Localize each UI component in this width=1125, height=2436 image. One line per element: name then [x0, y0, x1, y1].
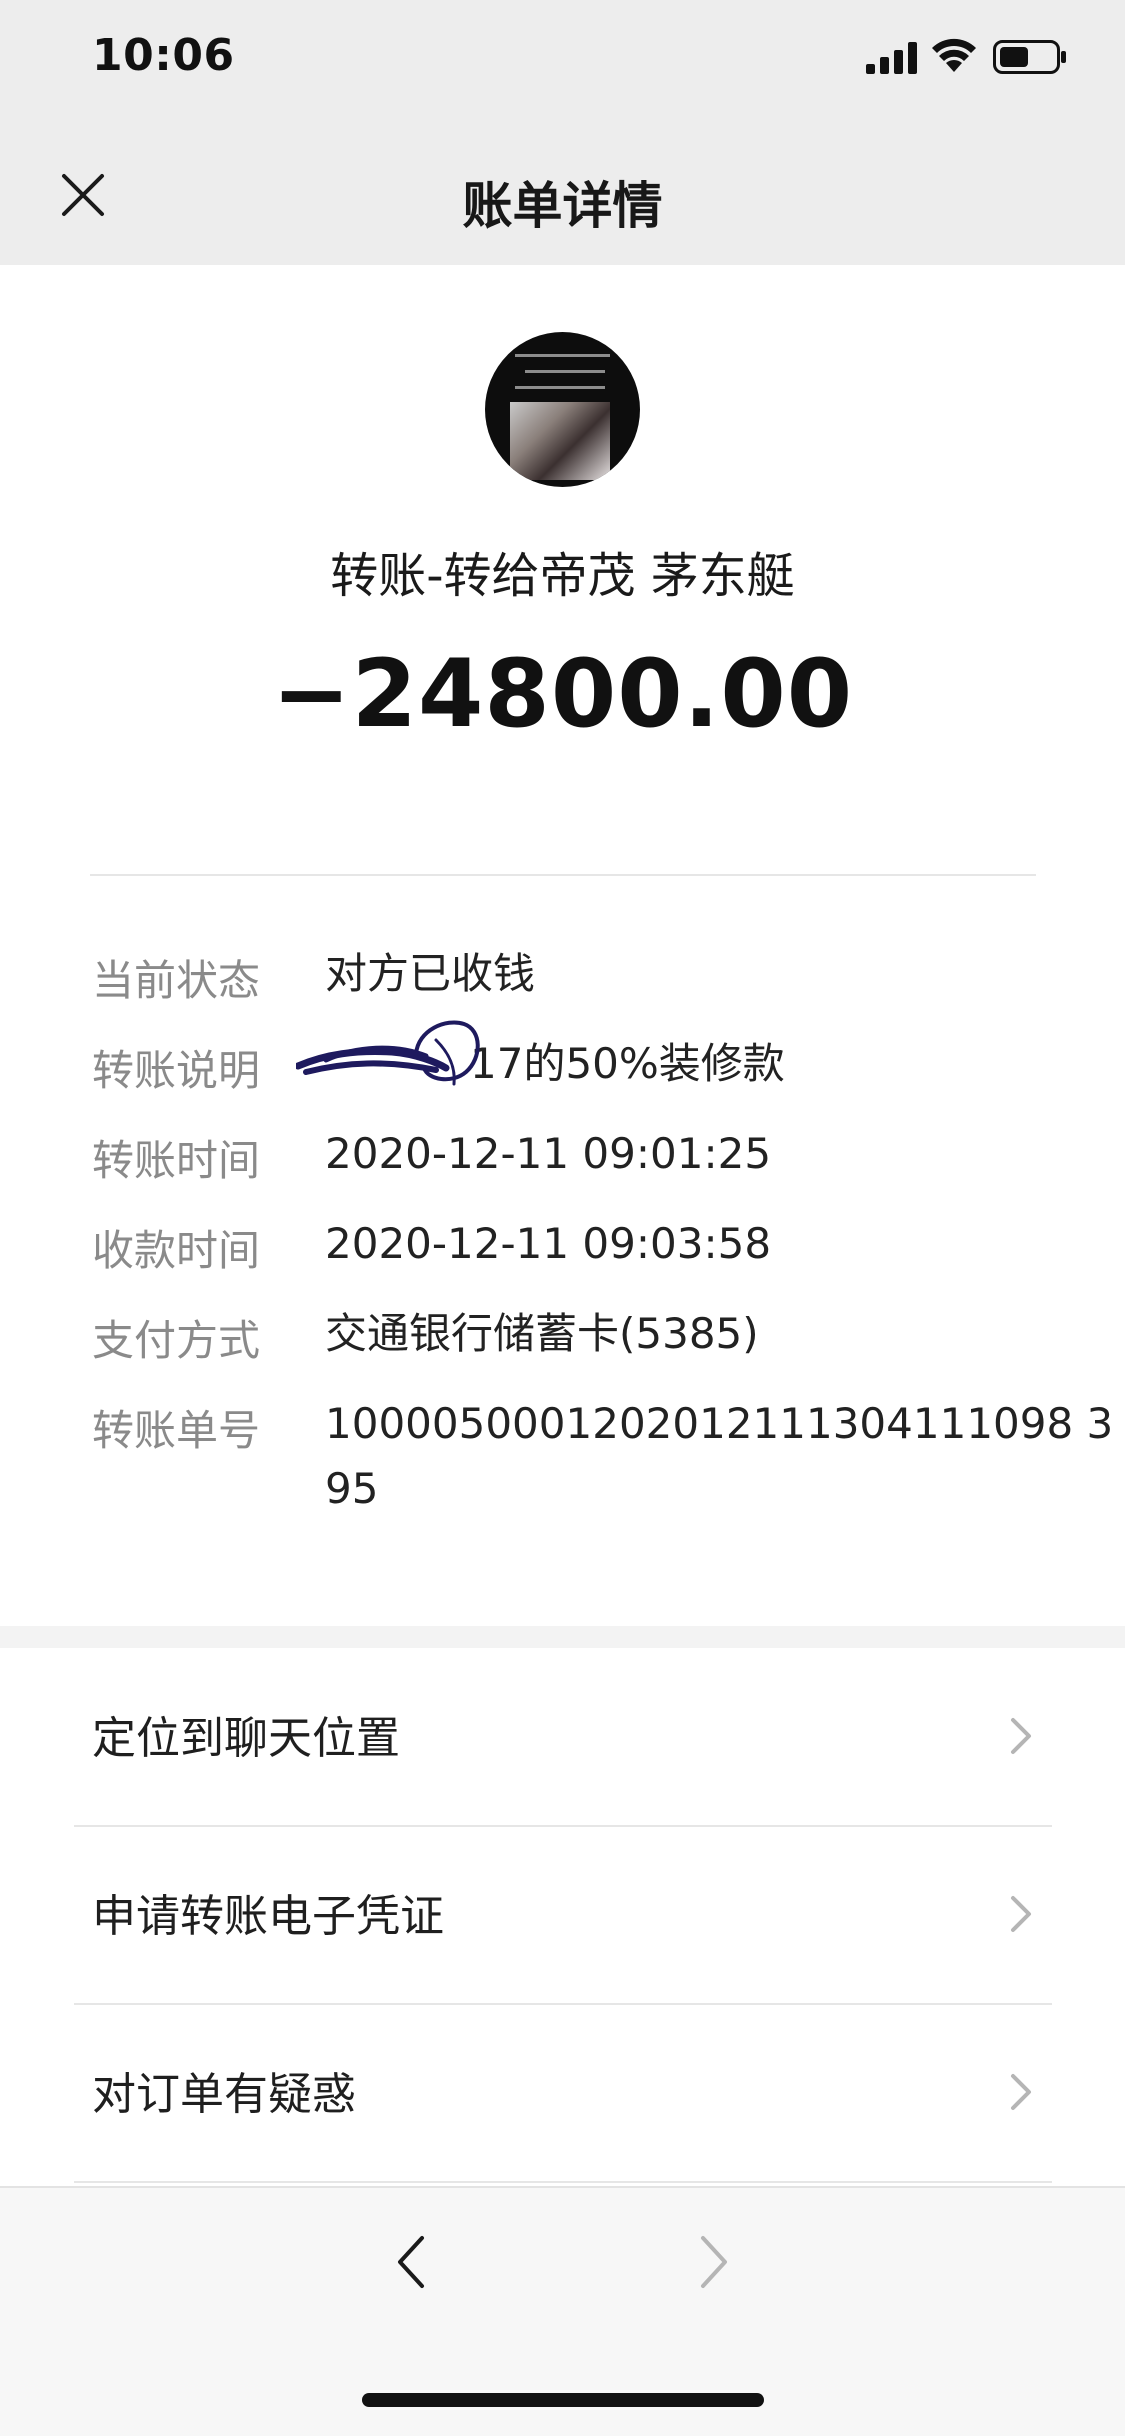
detail-label-transfer-time: 转账时间	[92, 1136, 261, 1185]
detail-value-status: 对方已收钱	[325, 949, 536, 998]
detail-value-order-number-line2: 95	[325, 1464, 379, 1513]
menu-item-label: 定位到聊天位置	[92, 1713, 400, 1764]
detail-value-transfer-time: 2020-12-11 09:01:25	[325, 1129, 772, 1178]
detail-value-receive-time: 2020-12-11 09:03:58	[325, 1219, 772, 1268]
menu-item-label: 对订单有疑惑	[92, 2069, 356, 2120]
chevron-right-icon	[1011, 1718, 1031, 1754]
home-indicator[interactable]	[362, 2393, 764, 2407]
status-time: 10:06	[92, 30, 235, 81]
detail-label-receive-time: 收款时间	[92, 1226, 261, 1275]
detail-label-status: 当前状态	[92, 956, 261, 1005]
detail-value-order-number-line1: 1000050001202012111304111098 3	[325, 1399, 1114, 1448]
wifi-icon	[932, 38, 976, 72]
avatar-text-line	[515, 386, 605, 389]
menu-item-label: 申请转账电子凭证	[92, 1891, 444, 1942]
back-arrow-icon[interactable]	[392, 2232, 428, 2292]
forward-arrow-icon[interactable]	[697, 2232, 733, 2292]
detail-label-order-number: 转账单号	[92, 1406, 261, 1455]
avatar-text-line	[525, 370, 605, 373]
avatar-text-line	[515, 354, 610, 357]
transfer-amount: −24800.00	[271, 640, 854, 749]
chevron-right-icon	[1011, 2074, 1031, 2110]
avatar-photo	[510, 402, 610, 480]
avatar	[485, 332, 640, 487]
battery-icon	[993, 40, 1066, 74]
detail-value-note: 17的50%装修款	[470, 1039, 785, 1088]
signal-icon	[866, 42, 917, 74]
section-separator	[0, 1626, 1125, 1648]
redaction-scribble	[296, 1020, 480, 1086]
detail-value-payment-method: 交通银行储蓄卡(5385)	[325, 1309, 759, 1358]
detail-label-payment-method: 支付方式	[92, 1316, 261, 1365]
detail-label-note: 转账说明	[92, 1046, 261, 1095]
transfer-title: 转账-转给帝茂 茅东艇	[330, 548, 795, 604]
chevron-right-icon	[1011, 1896, 1031, 1932]
menu-item-locate-chat[interactable]: 定位到聊天位置	[0, 1648, 1125, 1824]
menu-item-e-voucher[interactable]: 申请转账电子凭证	[0, 1826, 1125, 2002]
divider	[90, 874, 1036, 876]
menu-item-order-question[interactable]: 对订单有疑惑	[0, 2004, 1125, 2180]
divider	[74, 2181, 1052, 2183]
page-title: 账单详情	[462, 177, 663, 235]
